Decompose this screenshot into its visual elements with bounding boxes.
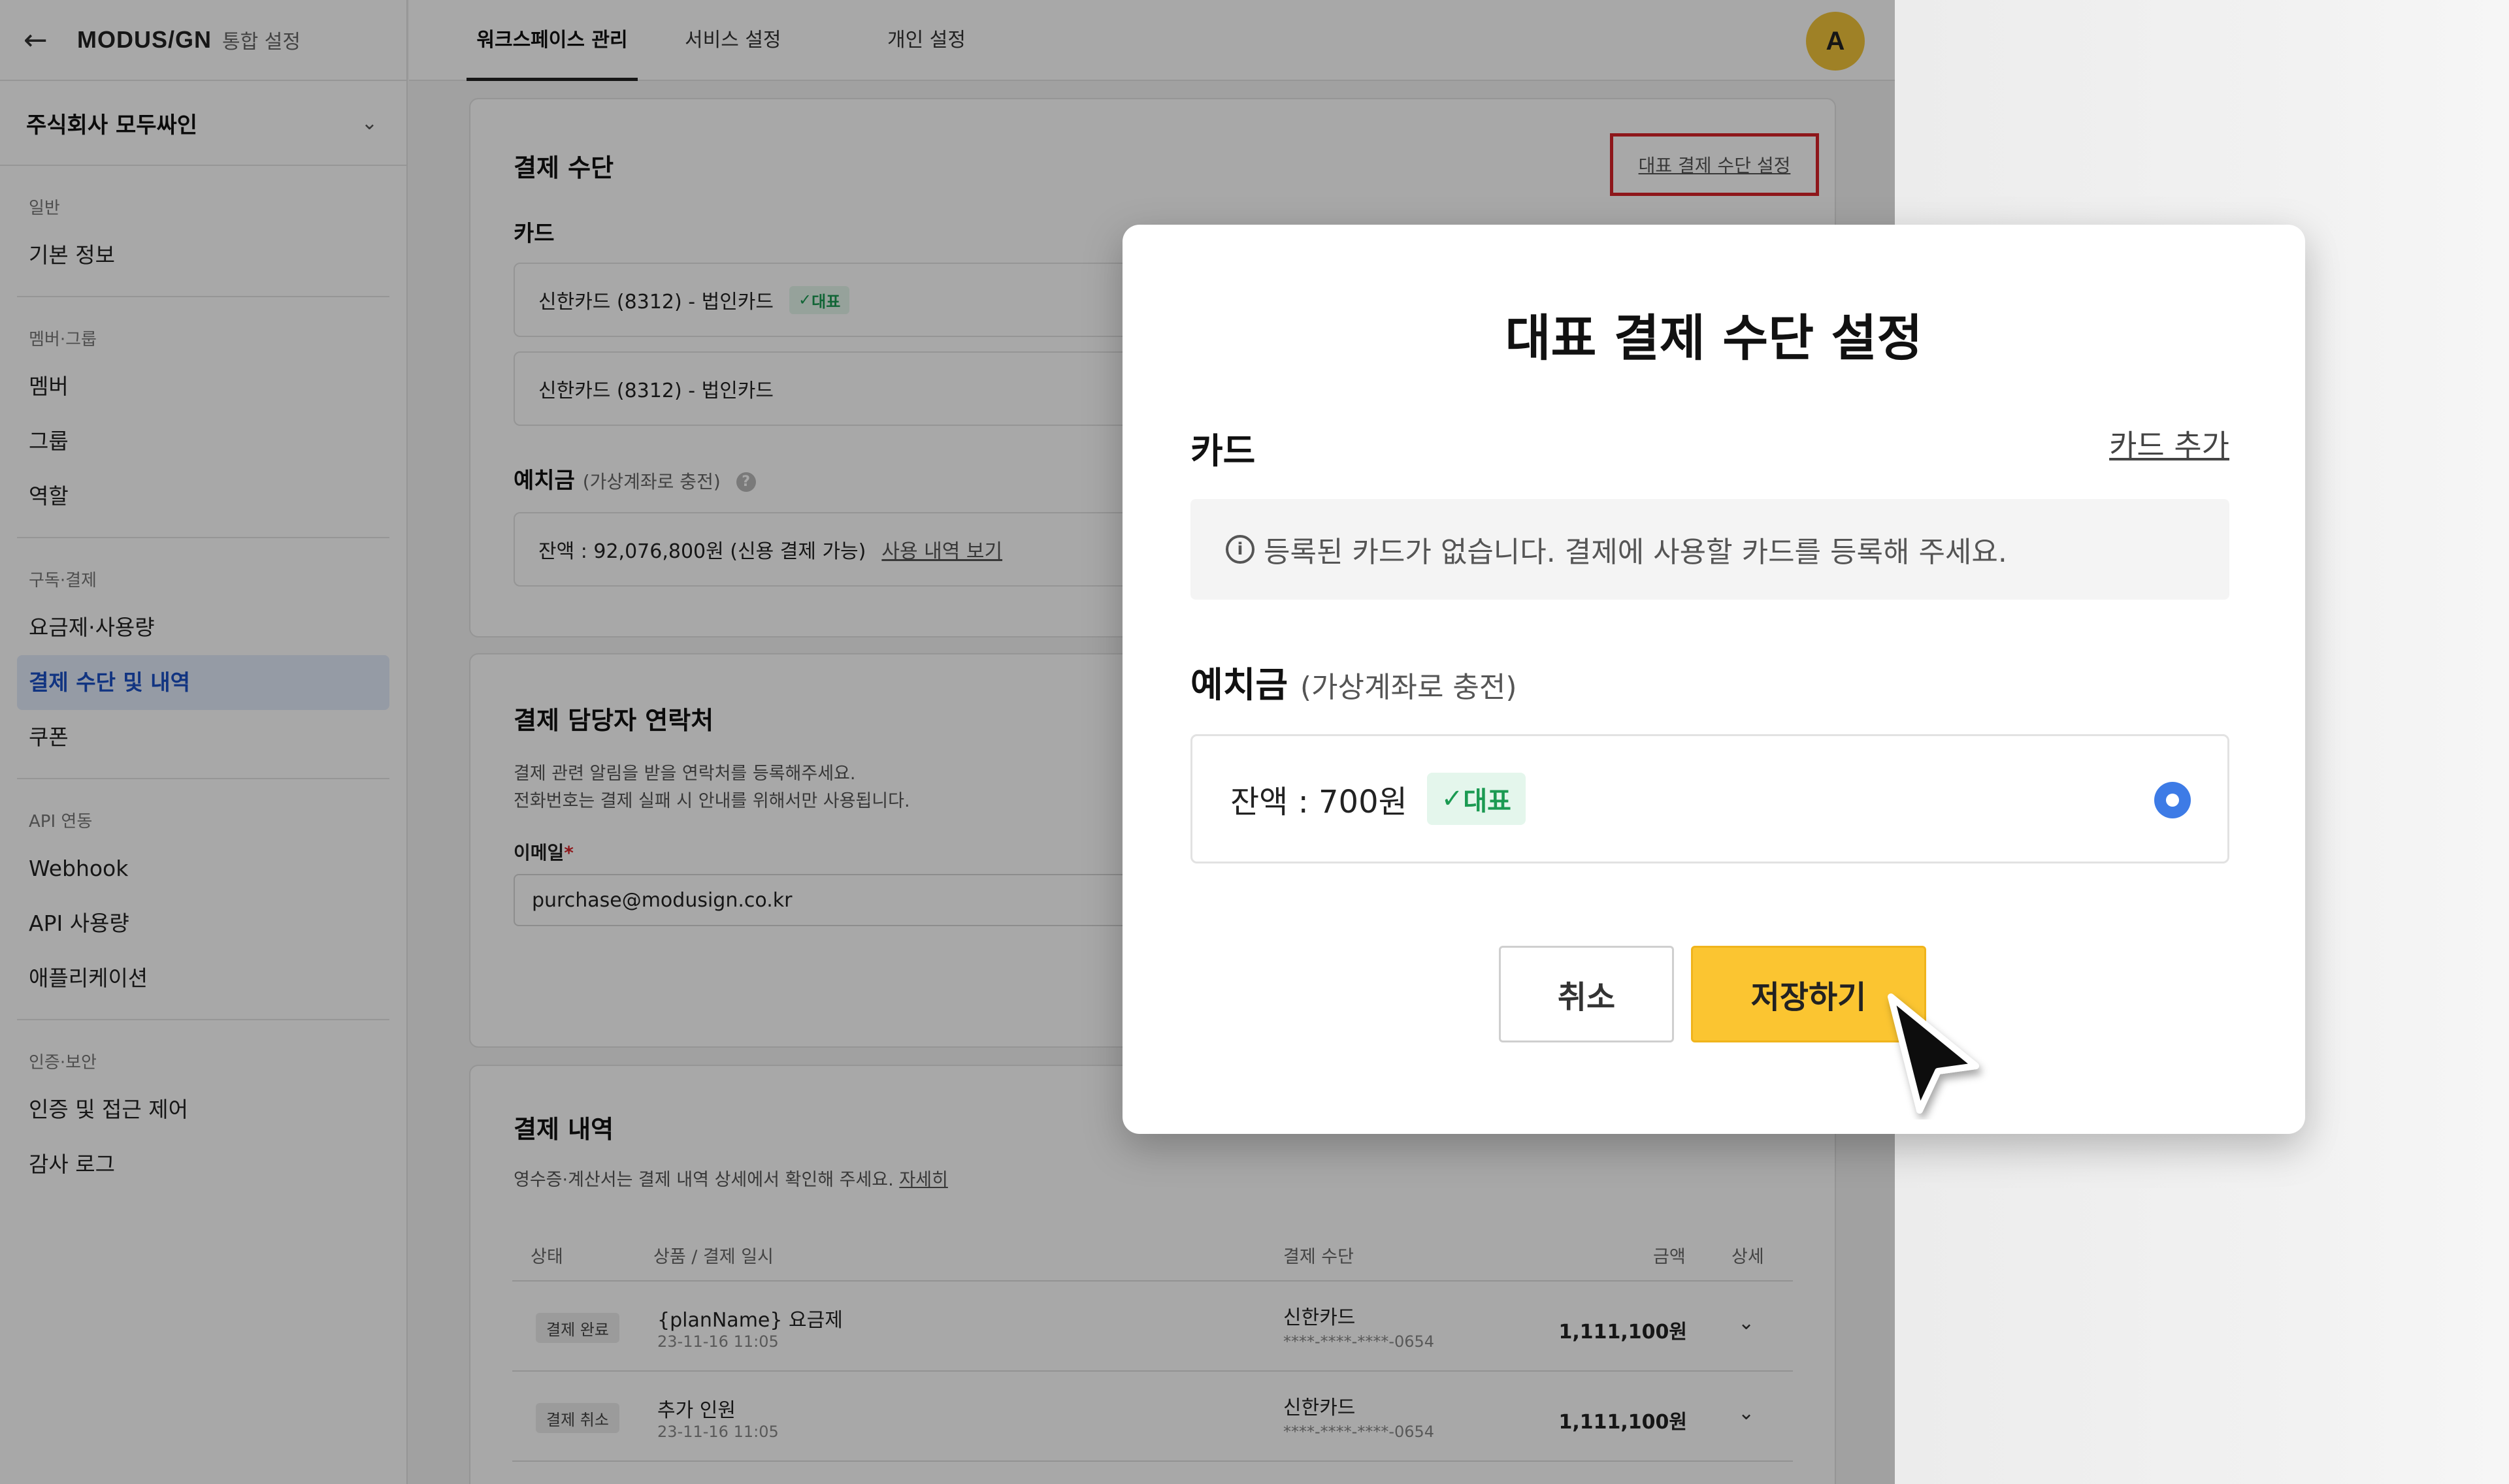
mouse-pointer-icon xyxy=(1888,993,1979,1114)
deposit-option[interactable]: 잔액 : 700원 ✓ 대표 xyxy=(1190,734,2229,863)
modal-card-heading: 카드 xyxy=(1190,430,1256,472)
empty-card-notice: i 등록된 카드가 없습니다. 결제에 사용할 카드를 등록해 주세요. xyxy=(1190,499,2229,600)
representative-badge: ✓ 대표 xyxy=(1426,773,1526,825)
deposit-balance: 잔액 : 700원 xyxy=(1230,784,1407,820)
empty-message: 등록된 카드가 없습니다. 결제에 사용할 카드를 등록해 주세요. xyxy=(1264,536,2007,569)
radio-selected[interactable] xyxy=(2154,782,2191,818)
modal-title: 대표 결제 수단 설정 xyxy=(1505,309,1923,367)
cancel-button[interactable]: 취소 xyxy=(1499,946,1674,1042)
modal-deposit-heading: 예치금 (가상계좌로 충전) xyxy=(1190,664,1517,705)
info-icon: i xyxy=(1226,535,1254,564)
add-card-link[interactable]: 카드 추가 xyxy=(2109,422,2229,465)
modal-deposit-subtitle: (가상계좌로 충전) xyxy=(1300,671,1517,704)
representative-payment-modal: 대표 결제 수단 설정 카드 카드 추가 i 등록된 카드가 없습니다. 결제에… xyxy=(1123,225,2305,1134)
screen: ← MODUS/GN 통합 설정 주식회사 모두싸인 ⌄ 일반 기본 정보 멤버… xyxy=(0,0,2509,1484)
check-icon: ✓ xyxy=(1441,784,1464,814)
